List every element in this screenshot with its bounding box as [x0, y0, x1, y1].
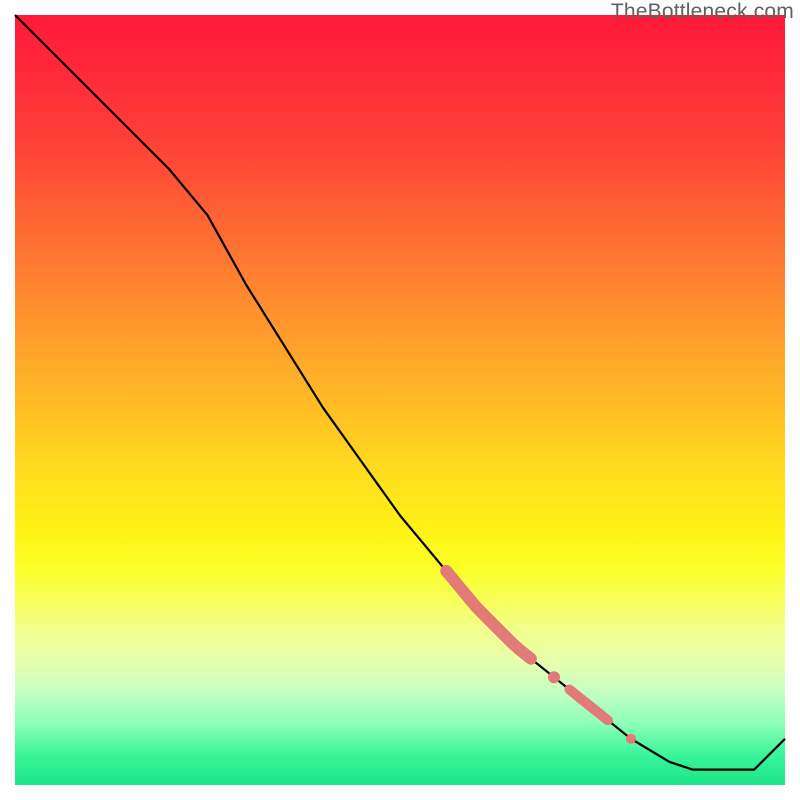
watermark-text: TheBottleneck.com	[611, 0, 794, 24]
chart-stage: TheBottleneck.com	[0, 0, 800, 800]
chart-gradient-background	[15, 15, 785, 785]
